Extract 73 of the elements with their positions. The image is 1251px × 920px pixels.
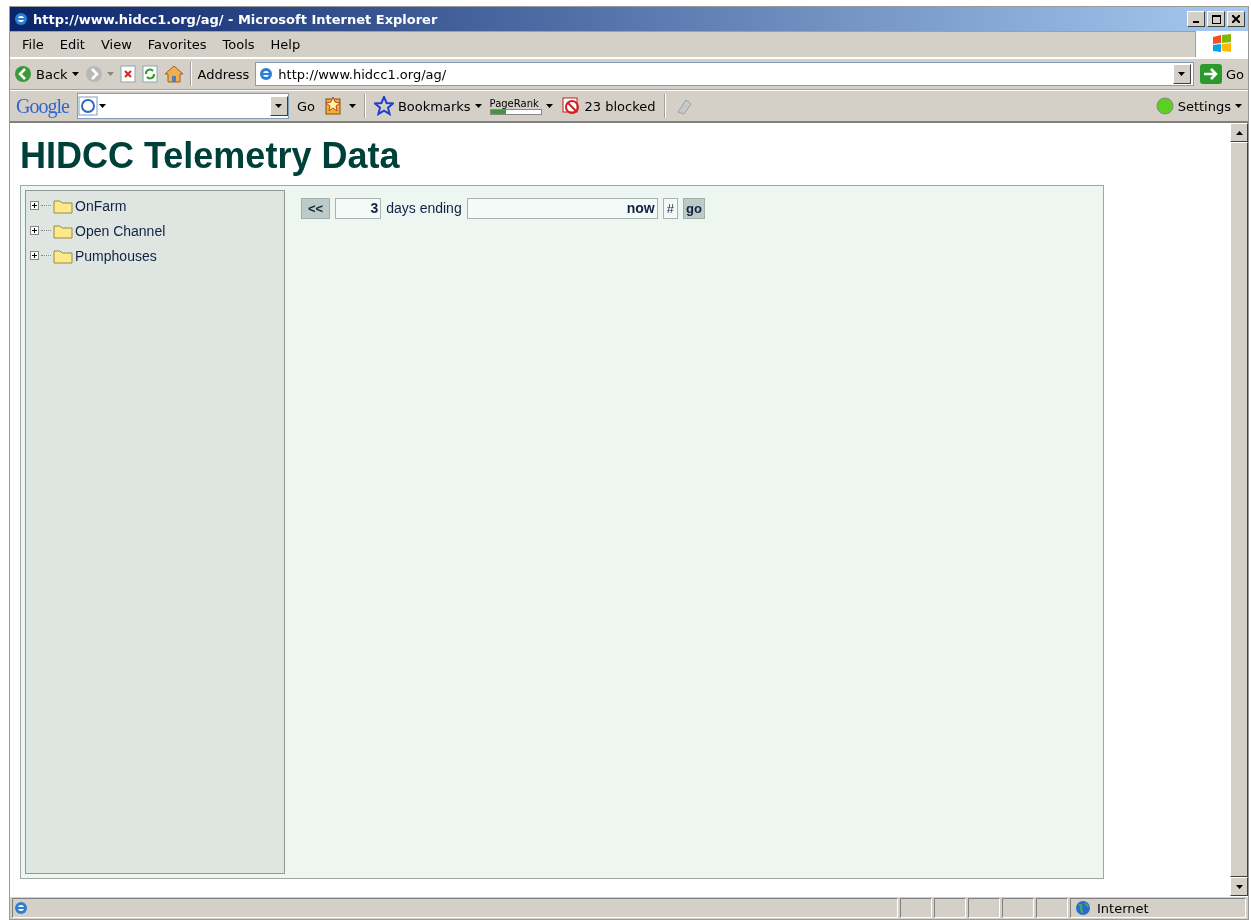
google-g-icon: [77, 96, 106, 116]
go-button[interactable]: Go: [1199, 64, 1244, 84]
caret-icon: [1235, 104, 1242, 108]
blocked-popup-icon: [560, 96, 581, 116]
caret-icon: [275, 104, 283, 108]
ending-field[interactable]: now: [466, 197, 658, 219]
caret-icon: [1178, 72, 1186, 76]
days-label: days ending: [386, 200, 462, 216]
page-heading: HIDCC Telemetry Data: [20, 135, 401, 177]
menu-item[interactable]: Tools: [214, 34, 263, 54]
menu-item[interactable]: Favorites: [139, 34, 215, 54]
menu-item[interactable]: Help: [262, 34, 309, 54]
pagerank-label: PageRank: [489, 97, 540, 109]
address-field[interactable]: http://www.hidcc1.org/ag/: [255, 62, 1194, 86]
caret-icon: [348, 104, 356, 108]
globe-icon: [1075, 900, 1091, 916]
settings-button[interactable]: Settings: [1155, 97, 1242, 115]
status-cell: [1002, 898, 1034, 918]
status-cell: [900, 898, 932, 918]
maximize-icon: [1211, 14, 1221, 24]
bookmarks-button[interactable]: Bookmarks: [373, 96, 482, 116]
hash-button[interactable]: #: [662, 197, 678, 219]
down-arrow-icon: [1235, 884, 1243, 889]
caret-icon: [71, 72, 79, 76]
home-icon[interactable]: [163, 65, 184, 83]
tree-item[interactable]: Pumphouses: [75, 247, 157, 264]
folder-icon: [53, 197, 73, 214]
up-arrow-icon: [1235, 130, 1243, 135]
google-logo: Google: [16, 94, 69, 118]
forward-button[interactable]: [84, 65, 114, 83]
status-cell: [968, 898, 1000, 918]
status-cell: [1036, 898, 1068, 918]
refresh-icon[interactable]: [141, 65, 158, 83]
windows-logo-icon: [1211, 34, 1233, 54]
caret-icon: [545, 104, 553, 108]
status-cell: [934, 898, 966, 918]
popup-blocker-button[interactable]: 23 blocked: [560, 96, 656, 116]
scroll-up-button[interactable]: [1230, 123, 1248, 142]
dropdown-button[interactable]: [269, 96, 288, 116]
zone-label: Internet: [1097, 900, 1149, 916]
close-icon: [1232, 15, 1240, 23]
ie-page-icon: [13, 900, 29, 916]
star-icon: [373, 96, 394, 116]
expand-icon[interactable]: [30, 251, 39, 260]
maximize-button[interactable]: [1207, 11, 1225, 27]
menu-item[interactable]: View: [92, 34, 140, 54]
dropdown-button[interactable]: [1172, 64, 1191, 84]
minimize-button[interactable]: [1187, 11, 1205, 27]
ie-page-icon: [258, 66, 275, 82]
folder-icon: [53, 222, 73, 239]
caret-icon: [106, 72, 114, 76]
close-button[interactable]: [1227, 11, 1245, 27]
stop-icon[interactable]: [119, 65, 136, 83]
search-field[interactable]: [76, 93, 289, 119]
expand-icon[interactable]: [30, 226, 39, 235]
menu-item[interactable]: File: [14, 34, 52, 54]
expand-icon[interactable]: [30, 201, 39, 210]
days-field[interactable]: 3: [335, 197, 382, 219]
folder-icon: [53, 247, 73, 264]
tree-item[interactable]: Open Channel: [75, 222, 166, 239]
tree-item[interactable]: OnFarm: [75, 197, 127, 214]
address-label: Address: [197, 66, 250, 82]
window-title: http://www.hidcc1.org/ag/ - Microsoft Internet Explorer: [33, 11, 439, 27]
back-button[interactable]: Back: [14, 65, 79, 83]
previous-button[interactable]: <<: [301, 197, 331, 219]
ie-icon: [13, 11, 29, 27]
status-light-icon: [1155, 97, 1174, 115]
caret-icon: [474, 104, 482, 108]
go-button[interactable]: go: [682, 197, 705, 219]
menu-item[interactable]: Edit: [51, 34, 93, 54]
scroll-down-button[interactable]: [1230, 877, 1248, 896]
highlighter-button[interactable]: [322, 96, 356, 116]
go-button[interactable]: Go: [296, 98, 315, 114]
